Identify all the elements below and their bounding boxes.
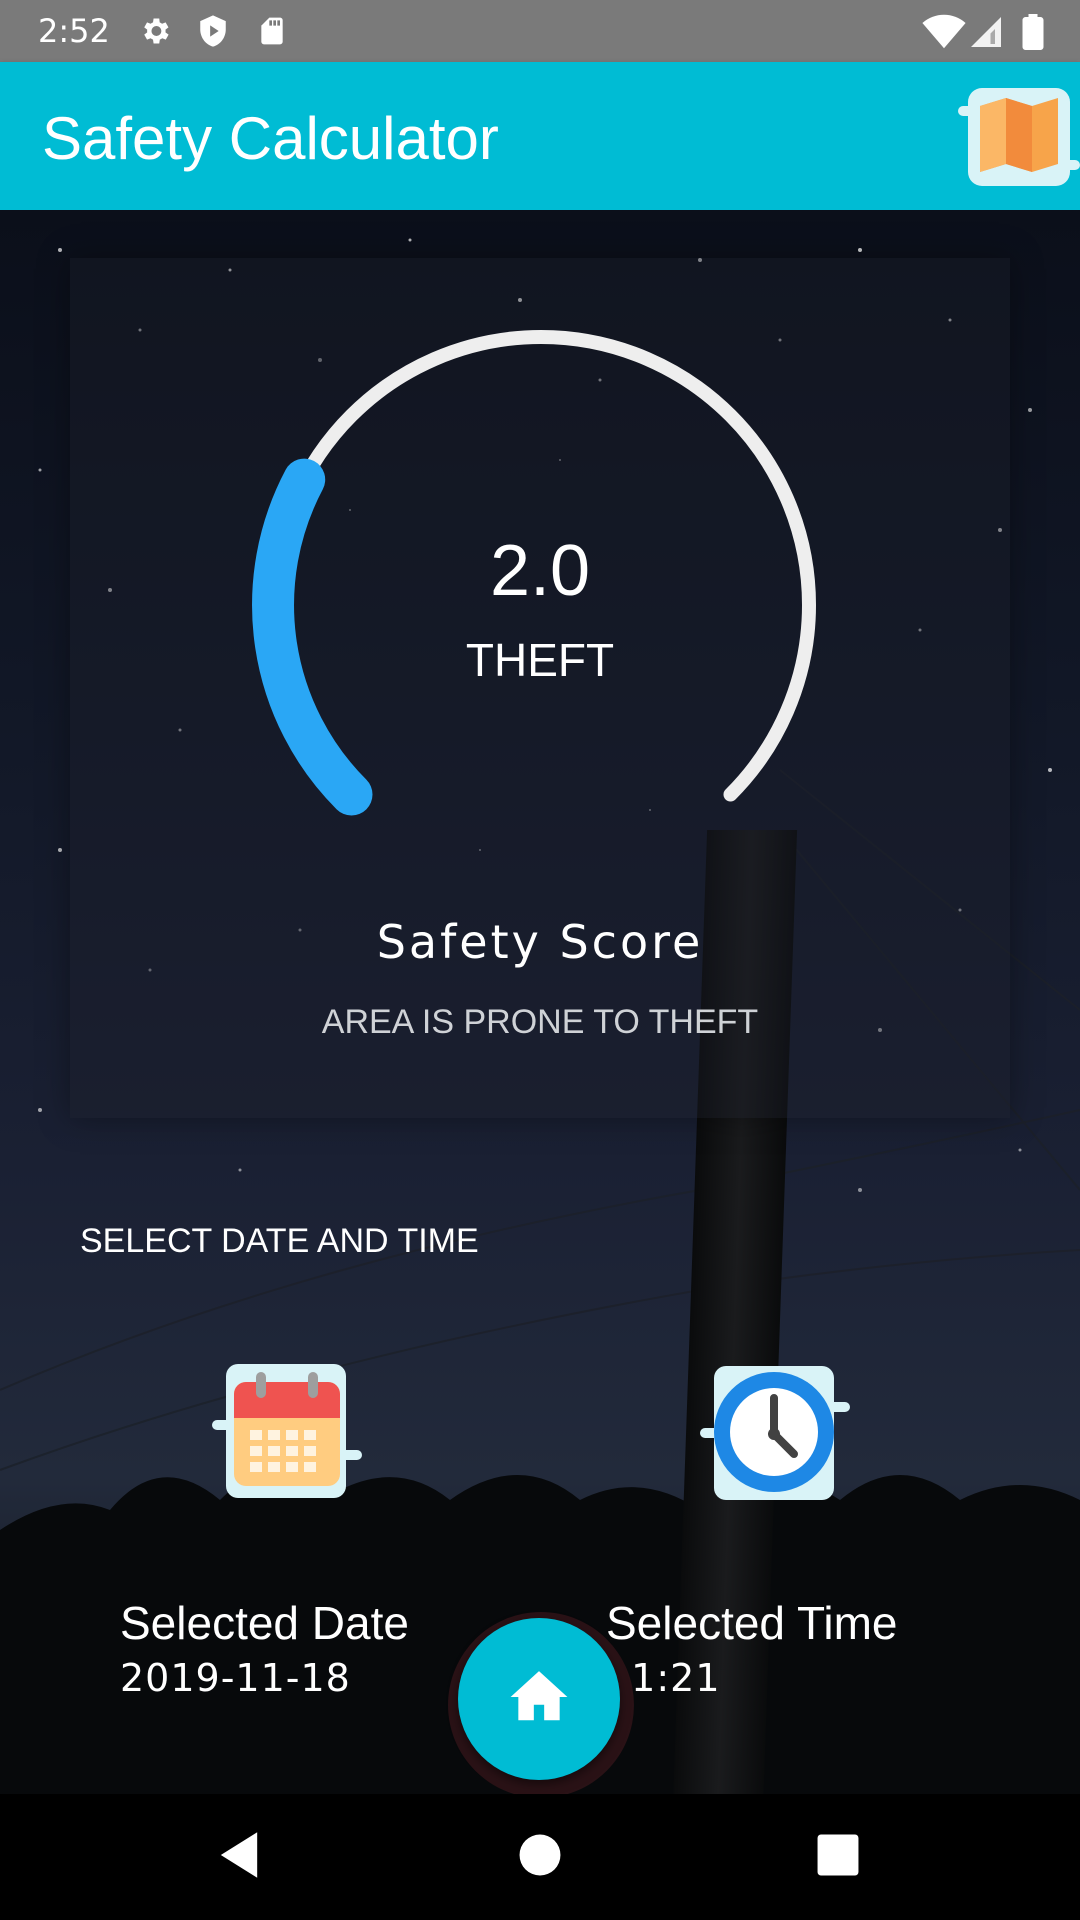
recents-icon[interactable] <box>815 1830 861 1880</box>
back-icon[interactable] <box>216 1830 262 1880</box>
selected-date-value: 2019-11-18 <box>120 1656 351 1700</box>
home-circle-icon[interactable] <box>517 1830 563 1880</box>
system-nav-bar <box>0 1794 1080 1920</box>
home-fab-button[interactable] <box>458 1618 620 1780</box>
select-date-time-heading: SELECT DATE AND TIME <box>80 1222 479 1260</box>
score-value: 2.0 <box>489 531 591 611</box>
selected-date-title: Selected Date <box>120 1597 409 1649</box>
score-category-label: THEFT <box>465 634 615 686</box>
clock-icon[interactable] <box>700 1362 850 1502</box>
safety-score-title: Safety Score <box>376 915 704 969</box>
calendar-icon[interactable] <box>212 1360 362 1500</box>
safety-score-subtitle: AREA IS PRONE TO THEFT <box>321 1003 759 1041</box>
home-icon <box>510 1671 568 1721</box>
selected-time-title: Selected Time <box>606 1597 898 1649</box>
score-gauge <box>252 330 816 816</box>
